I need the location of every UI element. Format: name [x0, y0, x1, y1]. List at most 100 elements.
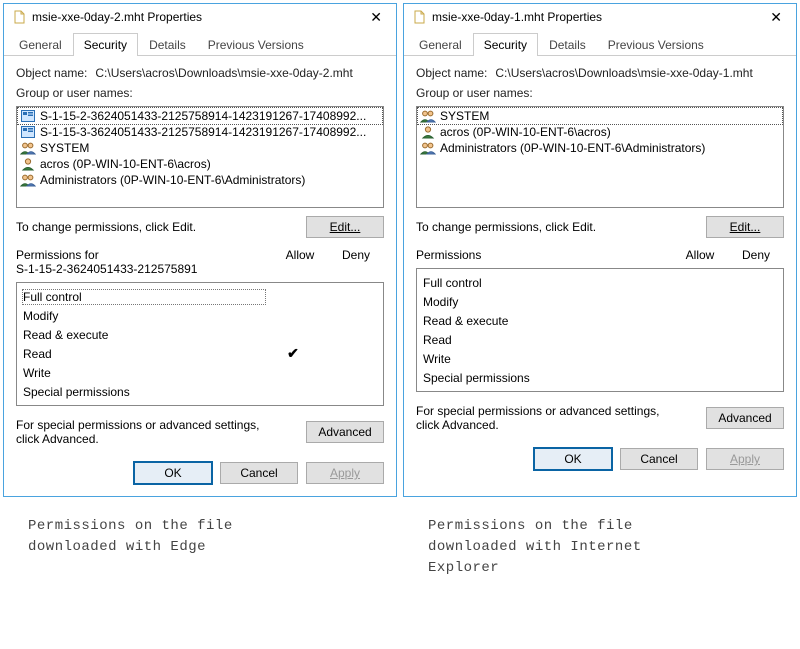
ok-button[interactable]: OK	[534, 448, 612, 470]
titlebar[interactable]: msie-xxe-0day-2.mht Properties✕	[4, 4, 396, 30]
apply-button[interactable]: Apply	[306, 462, 384, 484]
advanced-hint: For special permissions or advanced sett…	[16, 418, 276, 446]
cancel-button[interactable]: Cancel	[620, 448, 698, 470]
pkg-icon	[20, 109, 36, 123]
principals-list[interactable]: S-1-15-2-3624051433-2125758914-142319126…	[16, 106, 384, 208]
tab-general[interactable]: General	[408, 33, 473, 56]
permission-row[interactable]: Modify	[423, 292, 777, 311]
principal-name: acros (0P-WIN-10-ENT-6\acros)	[40, 157, 211, 171]
properties-dialog: msie-xxe-0day-1.mht Properties✕GeneralSe…	[403, 3, 797, 497]
edit-button[interactable]: Edit...	[306, 216, 384, 238]
principal-name: SYSTEM	[440, 109, 489, 123]
principal-name: SYSTEM	[40, 141, 89, 155]
tab-security[interactable]: Security	[473, 33, 538, 56]
permission-name: Full control	[423, 276, 665, 290]
permission-row[interactable]: Modify	[23, 306, 377, 325]
properties-dialog: msie-xxe-0day-2.mht Properties✕GeneralSe…	[3, 3, 397, 497]
permission-row[interactable]: Read✔	[23, 344, 377, 363]
tab-previous-versions[interactable]: Previous Versions	[597, 33, 715, 56]
permission-row[interactable]: Read & execute	[423, 311, 777, 330]
allow-mark: ✔	[265, 345, 321, 362]
titlebar[interactable]: msie-xxe-0day-1.mht Properties✕	[404, 4, 796, 30]
ok-button[interactable]: OK	[134, 462, 212, 484]
tab-details[interactable]: Details	[138, 33, 197, 56]
window-title: msie-xxe-0day-2.mht Properties	[32, 10, 364, 24]
list-item[interactable]: SYSTEM	[418, 108, 782, 124]
tab-general[interactable]: General	[8, 33, 73, 56]
caption-right: Permissions on the file downloaded with …	[400, 500, 800, 579]
file-icon	[412, 10, 426, 24]
permission-name: Modify	[423, 295, 665, 309]
close-icon[interactable]: ✕	[764, 10, 788, 24]
deny-column-header: Deny	[328, 248, 384, 276]
principal-name: Administrators (0P-WIN-10-ENT-6\Administ…	[40, 173, 305, 187]
principal-name: S-1-15-2-3624051433-2125758914-142319126…	[40, 109, 366, 123]
close-icon[interactable]: ✕	[364, 10, 388, 24]
allow-column-header: Allow	[672, 248, 728, 262]
group-user-names-label: Group or user names:	[416, 86, 784, 100]
permission-name: Read & execute	[23, 328, 265, 342]
edit-hint: To change permissions, click Edit.	[416, 220, 596, 234]
principal-name: S-1-15-3-3624051433-2125758914-142319126…	[40, 125, 366, 139]
permission-name: Write	[423, 352, 665, 366]
permission-name: Full control	[23, 290, 265, 304]
permission-row[interactable]: Write	[23, 363, 377, 382]
caption-left: Permissions on the file downloaded with …	[0, 500, 400, 579]
permission-name: Special permissions	[23, 385, 265, 399]
window-title: msie-xxe-0day-1.mht Properties	[432, 10, 764, 24]
advanced-button[interactable]: Advanced	[306, 421, 384, 443]
permission-row[interactable]: Full control	[423, 273, 777, 292]
permission-name: Read	[23, 347, 265, 361]
permissions-list[interactable]: Full controlModifyRead & executeRead✔Wri…	[16, 282, 384, 406]
list-item[interactable]: acros (0P-WIN-10-ENT-6\acros)	[418, 124, 782, 140]
principals-list[interactable]: SYSTEM acros (0P-WIN-10-ENT-6\acros) Admin…	[416, 106, 784, 208]
object-path: C:\Users\acros\Downloads\msie-xxe-0day-2…	[95, 66, 352, 80]
permission-name: Special permissions	[423, 371, 665, 385]
tab-strip: GeneralSecurityDetailsPrevious Versions	[4, 32, 396, 56]
tab-previous-versions[interactable]: Previous Versions	[197, 33, 315, 56]
permission-name: Read	[423, 333, 665, 347]
user-icon	[420, 125, 436, 139]
list-item[interactable]: S-1-15-2-3624051433-2125758914-142319126…	[18, 108, 382, 124]
permission-row[interactable]: Special permissions	[23, 382, 377, 401]
pkg-icon	[20, 125, 36, 139]
permission-name: Read & execute	[423, 314, 665, 328]
edit-button[interactable]: Edit...	[706, 216, 784, 238]
cancel-button[interactable]: Cancel	[220, 462, 298, 484]
list-item[interactable]: Administrators (0P-WIN-10-ENT-6\Administ…	[18, 172, 382, 188]
group-icon	[20, 141, 36, 155]
advanced-hint: For special permissions or advanced sett…	[416, 404, 676, 432]
advanced-button[interactable]: Advanced	[706, 407, 784, 429]
permission-name: Modify	[23, 309, 265, 323]
edit-hint: To change permissions, click Edit.	[16, 220, 196, 234]
principal-name: acros (0P-WIN-10-ENT-6\acros)	[440, 125, 611, 139]
permissions-for-label: Permissions	[416, 248, 672, 262]
permission-name: Write	[23, 366, 265, 380]
permission-row[interactable]: Special permissions	[423, 368, 777, 387]
object-name-label: Object name:	[16, 66, 87, 80]
tab-details[interactable]: Details	[538, 33, 597, 56]
deny-column-header: Deny	[728, 248, 784, 262]
tab-security[interactable]: Security	[73, 33, 138, 56]
principal-name: Administrators (0P-WIN-10-ENT-6\Administ…	[440, 141, 705, 155]
object-path: C:\Users\acros\Downloads\msie-xxe-0day-1…	[495, 66, 752, 80]
apply-button[interactable]: Apply	[706, 448, 784, 470]
tab-strip: GeneralSecurityDetailsPrevious Versions	[404, 32, 796, 56]
permission-row[interactable]: Write	[423, 349, 777, 368]
list-item[interactable]: S-1-15-3-3624051433-2125758914-142319126…	[18, 124, 382, 140]
group-icon	[420, 109, 436, 123]
group-user-names-label: Group or user names:	[16, 86, 384, 100]
list-item[interactable]: acros (0P-WIN-10-ENT-6\acros)	[18, 156, 382, 172]
allow-column-header: Allow	[272, 248, 328, 276]
list-item[interactable]: Administrators (0P-WIN-10-ENT-6\Administ…	[418, 140, 782, 156]
permission-row[interactable]: Read	[423, 330, 777, 349]
group-icon	[420, 141, 436, 155]
group-icon	[20, 173, 36, 187]
permission-row[interactable]: Read & execute	[23, 325, 377, 344]
permissions-list[interactable]: Full control Modify Read & execute Read Writ…	[416, 268, 784, 392]
permission-row[interactable]: Full control	[23, 287, 377, 306]
user-icon	[20, 157, 36, 171]
object-name-label: Object name:	[416, 66, 487, 80]
file-icon	[12, 10, 26, 24]
list-item[interactable]: SYSTEM	[18, 140, 382, 156]
